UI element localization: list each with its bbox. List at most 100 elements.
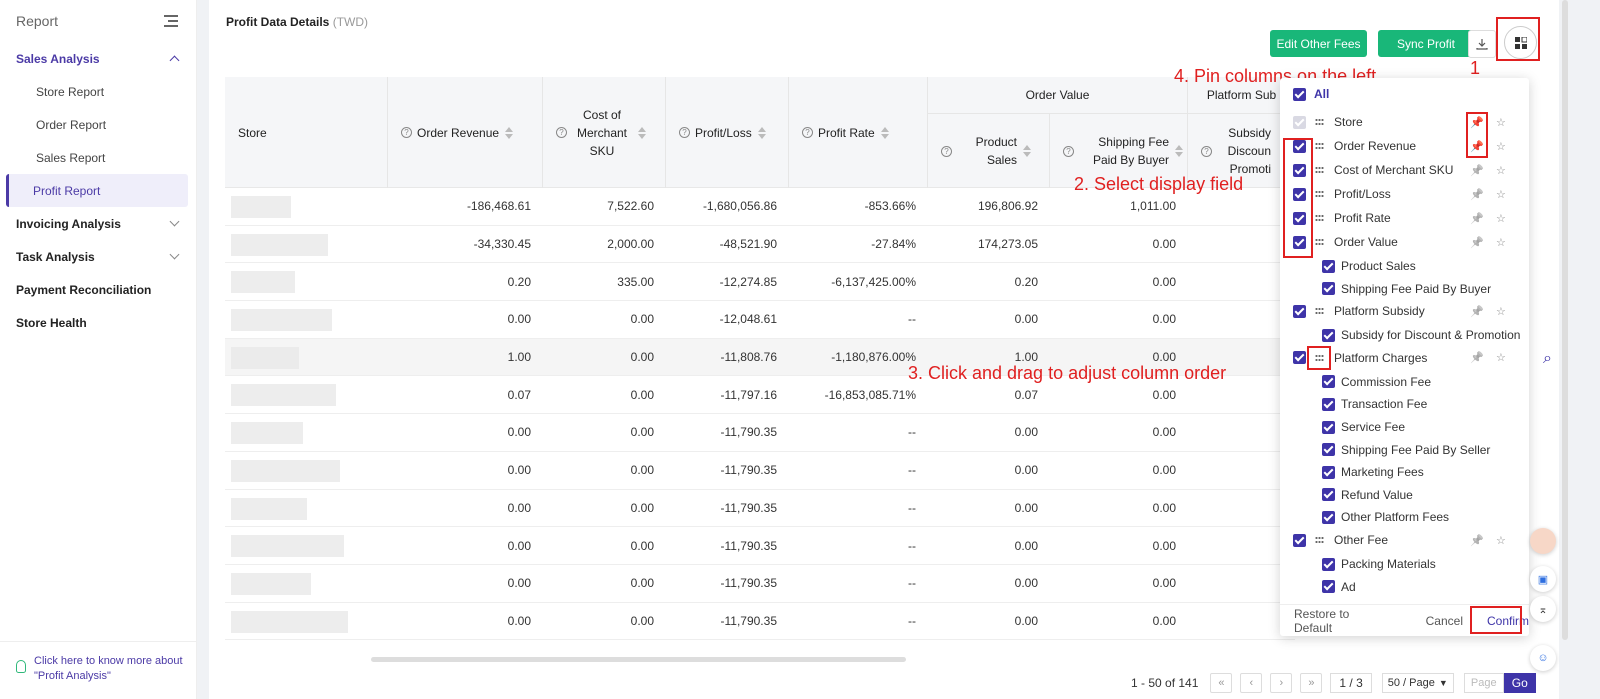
search-icon[interactable]: ⌕ — [1543, 350, 1552, 368]
field-row[interactable]: Other Platform Fees — [1280, 506, 1529, 528]
field-checkbox[interactable] — [1322, 282, 1335, 296]
field-row[interactable]: Profit/Loss 📌 ☆ — [1280, 183, 1529, 205]
column-header-order-revenue[interactable]: ? Order Revenue — [388, 77, 543, 188]
field-checkbox[interactable] — [1322, 580, 1335, 594]
select-all-row[interactable]: All — [1280, 83, 1529, 105]
prev-page-button[interactable]: ‹ — [1240, 673, 1263, 693]
pin-right-icon[interactable]: ☆ — [1496, 188, 1506, 201]
cancel-button[interactable]: Cancel — [1426, 614, 1463, 628]
sort-icon[interactable] — [757, 126, 766, 139]
next-page-button[interactable]: › — [1270, 673, 1293, 693]
field-checkbox[interactable] — [1322, 510, 1335, 524]
field-row[interactable]: Cost of Merchant SKU 📌 ☆ — [1280, 159, 1529, 181]
pin-right-icon[interactable]: ☆ — [1496, 116, 1506, 129]
field-checkbox[interactable] — [1293, 304, 1306, 318]
drag-handle-icon[interactable] — [1315, 214, 1324, 222]
field-row[interactable]: Product Sales — [1280, 255, 1529, 277]
sort-icon[interactable] — [880, 126, 889, 139]
field-row[interactable]: Refund Value — [1280, 484, 1529, 506]
sidebar-item-store-report[interactable]: Store Report — [6, 75, 188, 108]
pin-right-icon[interactable]: ☆ — [1496, 164, 1506, 177]
field-row[interactable]: Order Revenue 📌 ☆ — [1280, 135, 1529, 157]
column-header-cost-sku[interactable]: ? Cost of Merchant SKU — [543, 77, 666, 188]
field-checkbox[interactable] — [1322, 375, 1335, 389]
pin-left-icon[interactable]: 📌 — [1470, 351, 1484, 364]
column-header-product-sales[interactable]: ? Product Sales — [928, 114, 1050, 188]
pin-left-icon[interactable]: 📌 — [1470, 188, 1484, 201]
field-row[interactable]: Profit Rate 📌 ☆ — [1280, 207, 1529, 229]
sidebar-group-task-analysis[interactable]: Task Analysis — [0, 240, 196, 273]
field-row[interactable]: Transaction Fee — [1280, 393, 1529, 415]
back-to-top-icon[interactable]: ⌅ — [1530, 596, 1556, 622]
field-row[interactable]: Store 📌 ☆ — [1280, 111, 1529, 133]
collapse-menu-icon[interactable] — [164, 15, 178, 27]
sidebar-item-payment-reconciliation[interactable]: Payment Reconciliation — [0, 273, 196, 306]
sidebar-item-store-health[interactable]: Store Health — [0, 306, 196, 339]
field-row[interactable]: Other Fee 📌 ☆ — [1280, 529, 1529, 551]
pin-right-icon[interactable]: ☆ — [1496, 140, 1506, 153]
drag-handle-icon[interactable] — [1315, 118, 1324, 126]
support-icon[interactable]: ☺ — [1530, 645, 1556, 671]
horizontal-scrollbar[interactable] — [371, 657, 906, 662]
field-checkbox[interactable] — [1322, 488, 1335, 502]
pin-right-icon[interactable]: ☆ — [1496, 236, 1506, 249]
page-size-select[interactable]: 50 / Page ▼ — [1381, 673, 1454, 693]
field-row[interactable]: Shipping Fee Paid By Seller — [1280, 439, 1529, 461]
field-row[interactable]: Platform Subsidy 📌 ☆ — [1280, 300, 1529, 322]
page-input[interactable]: Page — [1463, 673, 1504, 693]
pin-left-icon[interactable]: 📌 — [1470, 212, 1484, 225]
download-button[interactable] — [1468, 30, 1496, 58]
pin-right-icon[interactable]: ☆ — [1496, 534, 1506, 547]
field-checkbox[interactable] — [1322, 397, 1335, 411]
avatar[interactable] — [1530, 528, 1556, 554]
field-checkbox[interactable] — [1322, 557, 1335, 571]
sort-icon[interactable] — [1023, 145, 1031, 157]
edit-other-fees-button[interactable]: Edit Other Fees — [1270, 30, 1367, 57]
field-checkbox[interactable] — [1322, 420, 1335, 434]
field-row[interactable]: Marketing Fees — [1280, 461, 1529, 483]
drag-handle-icon[interactable] — [1315, 166, 1324, 174]
field-row[interactable]: Packing Materials — [1280, 553, 1529, 575]
pin-left-icon[interactable]: 📌 — [1470, 164, 1484, 177]
sidebar-group-invoicing-analysis[interactable]: Invoicing Analysis — [0, 207, 196, 240]
pin-left-icon[interactable]: 📌 — [1470, 534, 1484, 547]
drag-handle-icon[interactable] — [1315, 307, 1324, 316]
field-checkbox[interactable] — [1293, 351, 1306, 365]
drag-handle-icon[interactable] — [1315, 142, 1324, 150]
pin-left-icon[interactable]: 📌 — [1470, 305, 1484, 318]
vertical-scrollbar[interactable] — [1562, 0, 1568, 640]
field-row[interactable]: Order Value 📌 ☆ — [1280, 231, 1529, 253]
drag-handle-icon[interactable] — [1315, 238, 1324, 246]
field-checkbox[interactable] — [1293, 533, 1306, 547]
sort-icon[interactable] — [638, 126, 646, 139]
restore-default-button[interactable]: Restore to Default — [1294, 607, 1390, 635]
sidebar-item-order-report[interactable]: Order Report — [6, 108, 188, 141]
column-header-profit-rate[interactable]: ? Profit Rate — [789, 77, 928, 188]
field-checkbox[interactable] — [1322, 259, 1335, 273]
field-checkbox[interactable] — [1322, 328, 1335, 342]
drag-handle-icon[interactable] — [1315, 536, 1324, 544]
field-checkbox[interactable] — [1322, 443, 1335, 457]
sidebar-item-profit-report[interactable]: Profit Report — [6, 174, 188, 207]
sort-icon[interactable] — [1175, 145, 1183, 157]
pin-left-icon[interactable]: 📌 — [1470, 236, 1484, 249]
drag-handle-icon[interactable] — [1315, 190, 1324, 198]
sidebar-group-sales-analysis[interactable]: Sales Analysis — [0, 42, 196, 75]
field-row[interactable]: Shipping Fee Paid By Buyer — [1280, 278, 1529, 300]
sidebar-item-sales-report[interactable]: Sales Report — [6, 141, 188, 174]
pin-right-icon[interactable]: ☆ — [1496, 305, 1506, 318]
checkbox-all[interactable] — [1293, 87, 1306, 101]
pin-right-icon[interactable]: ☆ — [1496, 212, 1506, 225]
field-row[interactable]: Ad — [1280, 576, 1529, 598]
sort-icon[interactable] — [505, 126, 514, 139]
field-checkbox[interactable] — [1322, 465, 1335, 479]
go-button[interactable]: Go — [1503, 673, 1536, 693]
field-row[interactable]: Service Fee — [1280, 416, 1529, 438]
sync-profit-button[interactable]: Sync Profit — [1378, 30, 1474, 57]
field-checkbox[interactable] — [1293, 115, 1306, 129]
chat-icon[interactable]: ▣ — [1530, 566, 1556, 592]
pin-right-icon[interactable]: ☆ — [1496, 351, 1506, 364]
first-page-button[interactable]: « — [1210, 673, 1233, 693]
field-row[interactable]: Commission Fee — [1280, 371, 1529, 393]
column-header-profit-loss[interactable]: ? Profit/Loss — [666, 77, 789, 188]
